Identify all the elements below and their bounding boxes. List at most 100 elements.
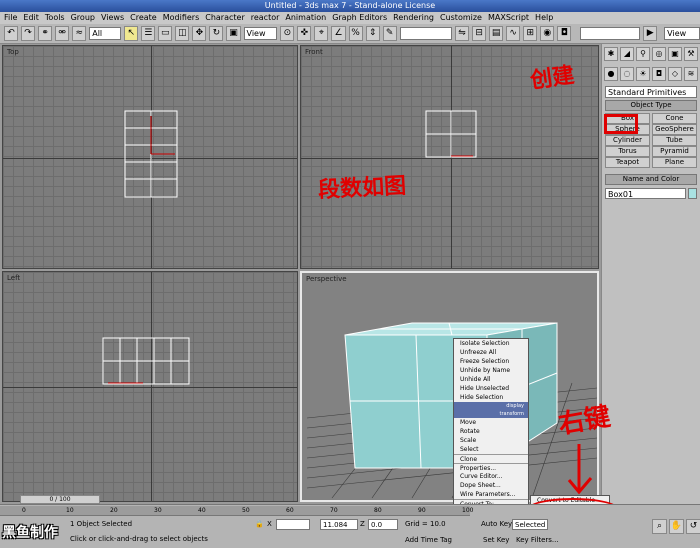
object-type-button[interactable]: Plane (652, 157, 697, 168)
geometry-icon[interactable]: ● (604, 67, 618, 81)
render-type-dropdown[interactable] (580, 27, 641, 40)
context-menu-item[interactable]: Wire Parameters... (454, 490, 528, 499)
view-dropdown[interactable]: View (664, 27, 700, 40)
key-filters-button[interactable]: Key Filters... (516, 536, 559, 544)
context-menu-item[interactable]: Unhide All (454, 375, 528, 384)
angle-snap-icon[interactable]: ∠ (331, 26, 346, 41)
render-scene-icon[interactable]: ◘ (557, 26, 572, 41)
context-menu-item[interactable]: Hide Unselected (454, 384, 528, 393)
menu-item[interactable]: MAXScript (488, 12, 529, 24)
context-menu-item[interactable]: Isolate Selection (454, 339, 528, 348)
select-by-name-icon[interactable]: ☰ (141, 26, 156, 41)
select-rotate-icon[interactable]: ↻ (209, 26, 224, 41)
menu-item[interactable]: Help (535, 12, 553, 24)
pivot-center-icon[interactable]: ⊙ (280, 26, 295, 41)
context-menu-item[interactable]: Select (454, 445, 528, 454)
menu-item[interactable]: Modifiers (163, 12, 200, 24)
timeline-track[interactable]: 0 10 20 30 40 50 60 70 80 90 100 (0, 506, 473, 516)
menu-item[interactable]: Customize (440, 12, 482, 24)
shapes-icon[interactable]: ◌ (620, 67, 634, 81)
menu-item[interactable]: Edit (23, 12, 39, 24)
key-selection-dropdown[interactable]: Selected (512, 519, 548, 530)
menu-item[interactable]: Views (101, 12, 124, 24)
menu-item[interactable]: Create (130, 12, 157, 24)
motion-tab-icon[interactable]: ◎ (652, 47, 666, 61)
viewport-perspective[interactable]: Perspective (300, 271, 599, 502)
redo-icon[interactable]: ↷ (21, 26, 36, 41)
z-coordinate-field[interactable]: 0.0 (368, 519, 398, 530)
window-crossing-icon[interactable]: ◫ (175, 26, 190, 41)
create-tab-icon[interactable]: ✱ (604, 47, 618, 61)
menu-item[interactable]: Graph Editors (332, 12, 387, 24)
object-type-button[interactable]: Cylinder (605, 135, 650, 146)
link-icon[interactable]: ⚭ (38, 26, 53, 41)
menu-item[interactable]: reactor (251, 12, 280, 24)
cameras-icon[interactable]: ◘ (652, 67, 666, 81)
snap-toggle-icon[interactable]: ⌖ (314, 26, 329, 41)
material-editor-icon[interactable]: ◉ (540, 26, 555, 41)
context-menu-item[interactable]: Unhide by Name (454, 366, 528, 375)
object-type-button[interactable]: Torus (605, 146, 650, 157)
menu-item[interactable]: Tools (45, 12, 65, 24)
zoom-icon[interactable]: ⌕ (652, 519, 667, 534)
add-time-tag[interactable]: Add Time Tag (405, 536, 452, 544)
rectangular-selection-icon[interactable]: ▭ (158, 26, 173, 41)
mirror-icon[interactable]: ⇋ (455, 26, 470, 41)
context-menu-item[interactable]: Properties... (454, 463, 528, 472)
menu-item[interactable]: Character (205, 12, 245, 24)
set-key-button[interactable]: Set Key (483, 536, 509, 544)
object-color-swatch[interactable] (688, 188, 697, 199)
schematic-view-icon[interactable]: ⊞ (523, 26, 538, 41)
utilities-tab-icon[interactable]: ⚒ (684, 47, 698, 61)
display-tab-icon[interactable]: ▣ (668, 47, 682, 61)
context-menu-item[interactable]: Curve Editor... (454, 472, 528, 481)
object-type-button[interactable]: Pyramid (652, 146, 697, 157)
context-menu-item[interactable]: Clone (454, 454, 528, 463)
pan-icon[interactable]: ✋ (669, 519, 684, 534)
unlink-icon[interactable]: ⚮ (55, 26, 70, 41)
curve-editor-icon[interactable]: ∿ (506, 26, 521, 41)
spinner-snap-icon[interactable]: ⇕ (365, 26, 380, 41)
context-menu-item[interactable]: Hide Selection (454, 393, 528, 402)
context-menu-item[interactable]: Scale (454, 436, 528, 445)
selection-filter-dropdown[interactable]: All (89, 27, 122, 40)
spacewarps-icon[interactable]: ≋ (684, 67, 698, 81)
object-type-button[interactable]: Cone (652, 113, 697, 124)
viewport-left[interactable]: Left (2, 271, 298, 502)
context-menu-item[interactable]: Rotate (454, 427, 528, 436)
name-and-color-rollout[interactable]: Name and Color (605, 174, 697, 185)
time-slider[interactable]: 0 / 100 (20, 495, 100, 504)
undo-icon[interactable]: ↶ (4, 26, 19, 41)
y-coordinate-field[interactable]: 11.084 (320, 519, 358, 530)
named-selection-icon[interactable]: ✎ (382, 26, 397, 41)
category-dropdown[interactable]: Standard Primitives (605, 86, 697, 98)
menu-item[interactable]: File (4, 12, 17, 24)
lock-icon[interactable]: 🔒 (255, 520, 264, 528)
object-type-button[interactable]: Tube (652, 135, 697, 146)
auto-key-button[interactable]: Auto Key (481, 520, 512, 528)
percent-snap-icon[interactable]: % (348, 26, 363, 41)
lights-icon[interactable]: ☀ (636, 67, 650, 81)
select-manipulate-icon[interactable]: ✜ (297, 26, 312, 41)
bind-spacewarp-icon[interactable]: ≈ (72, 26, 87, 41)
reference-coordinate-dropdown[interactable]: View (243, 27, 278, 40)
object-type-button[interactable]: Teapot (605, 157, 650, 168)
context-menu-item[interactable]: Unfreeze All (454, 348, 528, 357)
quick-render-icon[interactable]: ▶ (643, 26, 658, 41)
menu-item[interactable]: Rendering (393, 12, 434, 24)
context-menu-item[interactable]: Dope Sheet... (454, 481, 528, 490)
context-menu-item[interactable]: Move (454, 418, 528, 427)
x-coordinate-field[interactable] (276, 519, 310, 530)
object-type-button[interactable]: GeoSphere (652, 124, 697, 135)
viewport-top[interactable]: Top (2, 45, 298, 269)
layer-manager-icon[interactable]: ▤ (489, 26, 504, 41)
named-selection-sets-dropdown[interactable] (399, 27, 453, 40)
menu-item[interactable]: Group (71, 12, 95, 24)
hierarchy-tab-icon[interactable]: ⚲ (636, 47, 650, 61)
modify-tab-icon[interactable]: ◢ (620, 47, 634, 61)
object-type-rollout[interactable]: Object Type (605, 100, 697, 111)
arc-rotate-icon[interactable]: ↺ (686, 519, 700, 534)
object-name-field[interactable]: Box01 (605, 188, 686, 199)
context-menu-item[interactable]: Freeze Selection (454, 357, 528, 366)
align-icon[interactable]: ⊟ (472, 26, 487, 41)
